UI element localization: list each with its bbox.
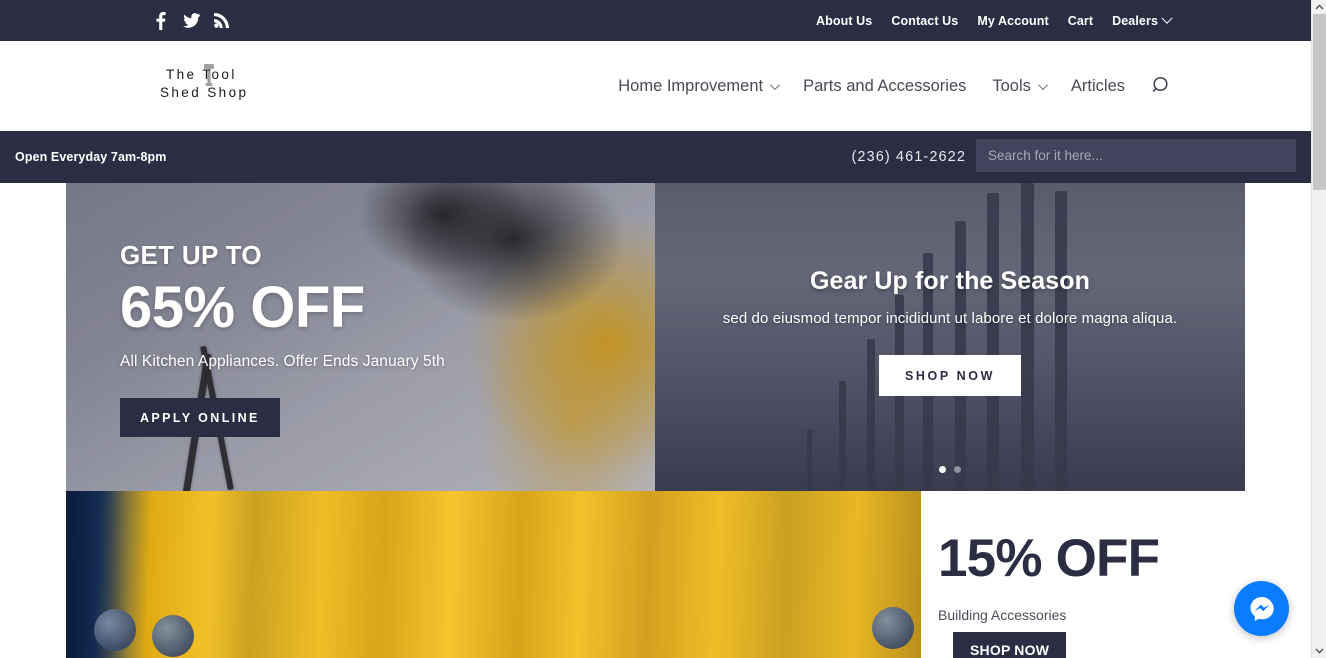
slider-dot-2[interactable] xyxy=(954,466,961,473)
nav-item-articles[interactable]: Articles xyxy=(1071,77,1125,96)
promo-photo[interactable] xyxy=(66,491,921,658)
hero-panel-left[interactable]: GET UP TO 65% OFF All Kitchen Appliances… xyxy=(66,183,655,491)
social-links xyxy=(152,0,230,41)
promo-content: 15% OFF Building Accessories SHOP NOW xyxy=(921,491,1245,658)
slider-dot-1[interactable] xyxy=(939,466,946,473)
rss-icon[interactable] xyxy=(212,12,230,30)
topnav-item-contact-us[interactable]: Contact Us xyxy=(891,14,958,28)
shop-now-button[interactable]: SHOP NOW xyxy=(878,355,1022,396)
top-utility-bar: About Us Contact Us My Account Cart Deal… xyxy=(0,0,1311,41)
promo-subline: Building Accessories xyxy=(938,607,1067,623)
site-logo[interactable]: The Tool Shed Shop xyxy=(160,63,256,109)
topnav-item-about-us[interactable]: About Us xyxy=(816,14,872,28)
hero-subline: All Kitchen Appliances. Offer Ends Janua… xyxy=(120,352,445,370)
messenger-icon[interactable] xyxy=(1234,581,1289,636)
nav-label: Home Improvement xyxy=(618,76,764,95)
topnav-label: Dealers xyxy=(1112,13,1158,28)
nav-label: Parts and Accessories xyxy=(803,76,967,95)
twitter-icon[interactable] xyxy=(182,12,200,30)
top-navigation: About Us Contact Us My Account Cart Deal… xyxy=(816,0,1173,41)
hero-section: GET UP TO 65% OFF All Kitchen Appliances… xyxy=(66,183,1245,491)
topnav-label: Cart xyxy=(1067,13,1094,28)
apply-online-button[interactable]: APPLY ONLINE xyxy=(120,397,280,437)
topnav-item-cart[interactable]: Cart xyxy=(1068,14,1093,28)
chevron-down-icon xyxy=(770,79,780,90)
scroll-down-arrow[interactable] xyxy=(1312,644,1326,658)
search-icon[interactable] xyxy=(1151,75,1173,97)
hero-headline: 65% OFF xyxy=(120,275,365,340)
slider-dots xyxy=(655,466,1245,473)
hero-right-content: Gear Up for the Season sed do eiusmod te… xyxy=(655,267,1245,396)
topnav-item-dealers[interactable]: Dealers xyxy=(1112,12,1173,28)
main-navigation: Home Improvement Parts and Accessories T… xyxy=(618,75,1173,97)
bin-caps-decoration xyxy=(66,491,921,658)
scrollbar-thumb[interactable] xyxy=(1313,14,1326,190)
topnav-label: About Us xyxy=(816,13,873,28)
chevron-down-icon xyxy=(1161,12,1173,24)
page-viewport: About Us Contact Us My Account Cart Deal… xyxy=(0,0,1311,658)
browser-page: About Us Contact Us My Account Cart Deal… xyxy=(0,0,1326,658)
chevron-down-icon xyxy=(1037,79,1048,90)
topnav-label: Contact Us xyxy=(891,13,959,28)
nav-item-tools[interactable]: Tools xyxy=(992,76,1048,96)
phone-number[interactable]: (236) 461-2622 xyxy=(851,149,966,165)
slider-subtitle: sed do eiusmod tempor incididunt ut labo… xyxy=(722,310,1178,327)
facebook-icon[interactable] xyxy=(152,11,170,30)
store-hours: Open Everyday 7am-8pm xyxy=(15,150,167,164)
nav-item-home-improvement[interactable]: Home Improvement xyxy=(618,76,780,96)
slider-title: Gear Up for the Season xyxy=(809,267,1091,295)
nav-item-parts-and-accessories[interactable]: Parts and Accessories xyxy=(803,77,966,96)
nav-label: Articles xyxy=(1070,76,1125,95)
promo-section: 15% OFF Building Accessories SHOP NOW xyxy=(66,491,1245,658)
site-header: The Tool Shed Shop Home Improvement Part… xyxy=(0,41,1311,131)
scroll-up-arrow[interactable] xyxy=(1312,0,1326,14)
promo-headline: 15% OFF xyxy=(938,529,1160,588)
topnav-item-my-account[interactable]: My Account xyxy=(977,14,1048,28)
nav-label: Tools xyxy=(992,76,1031,95)
topnav-label: My Account xyxy=(977,13,1049,28)
hero-kicker: GET UP TO xyxy=(120,240,262,270)
search-input[interactable] xyxy=(976,139,1296,172)
vertical-scrollbar[interactable] xyxy=(1311,0,1326,658)
logo-line-2: Shed Shop xyxy=(160,85,249,100)
hero-panel-right[interactable]: Gear Up for the Season sed do eiusmod te… xyxy=(655,183,1245,491)
promo-shop-now-button[interactable]: SHOP NOW xyxy=(953,632,1067,658)
hero-left-content: GET UP TO 65% OFF All Kitchen Appliances… xyxy=(120,240,590,437)
